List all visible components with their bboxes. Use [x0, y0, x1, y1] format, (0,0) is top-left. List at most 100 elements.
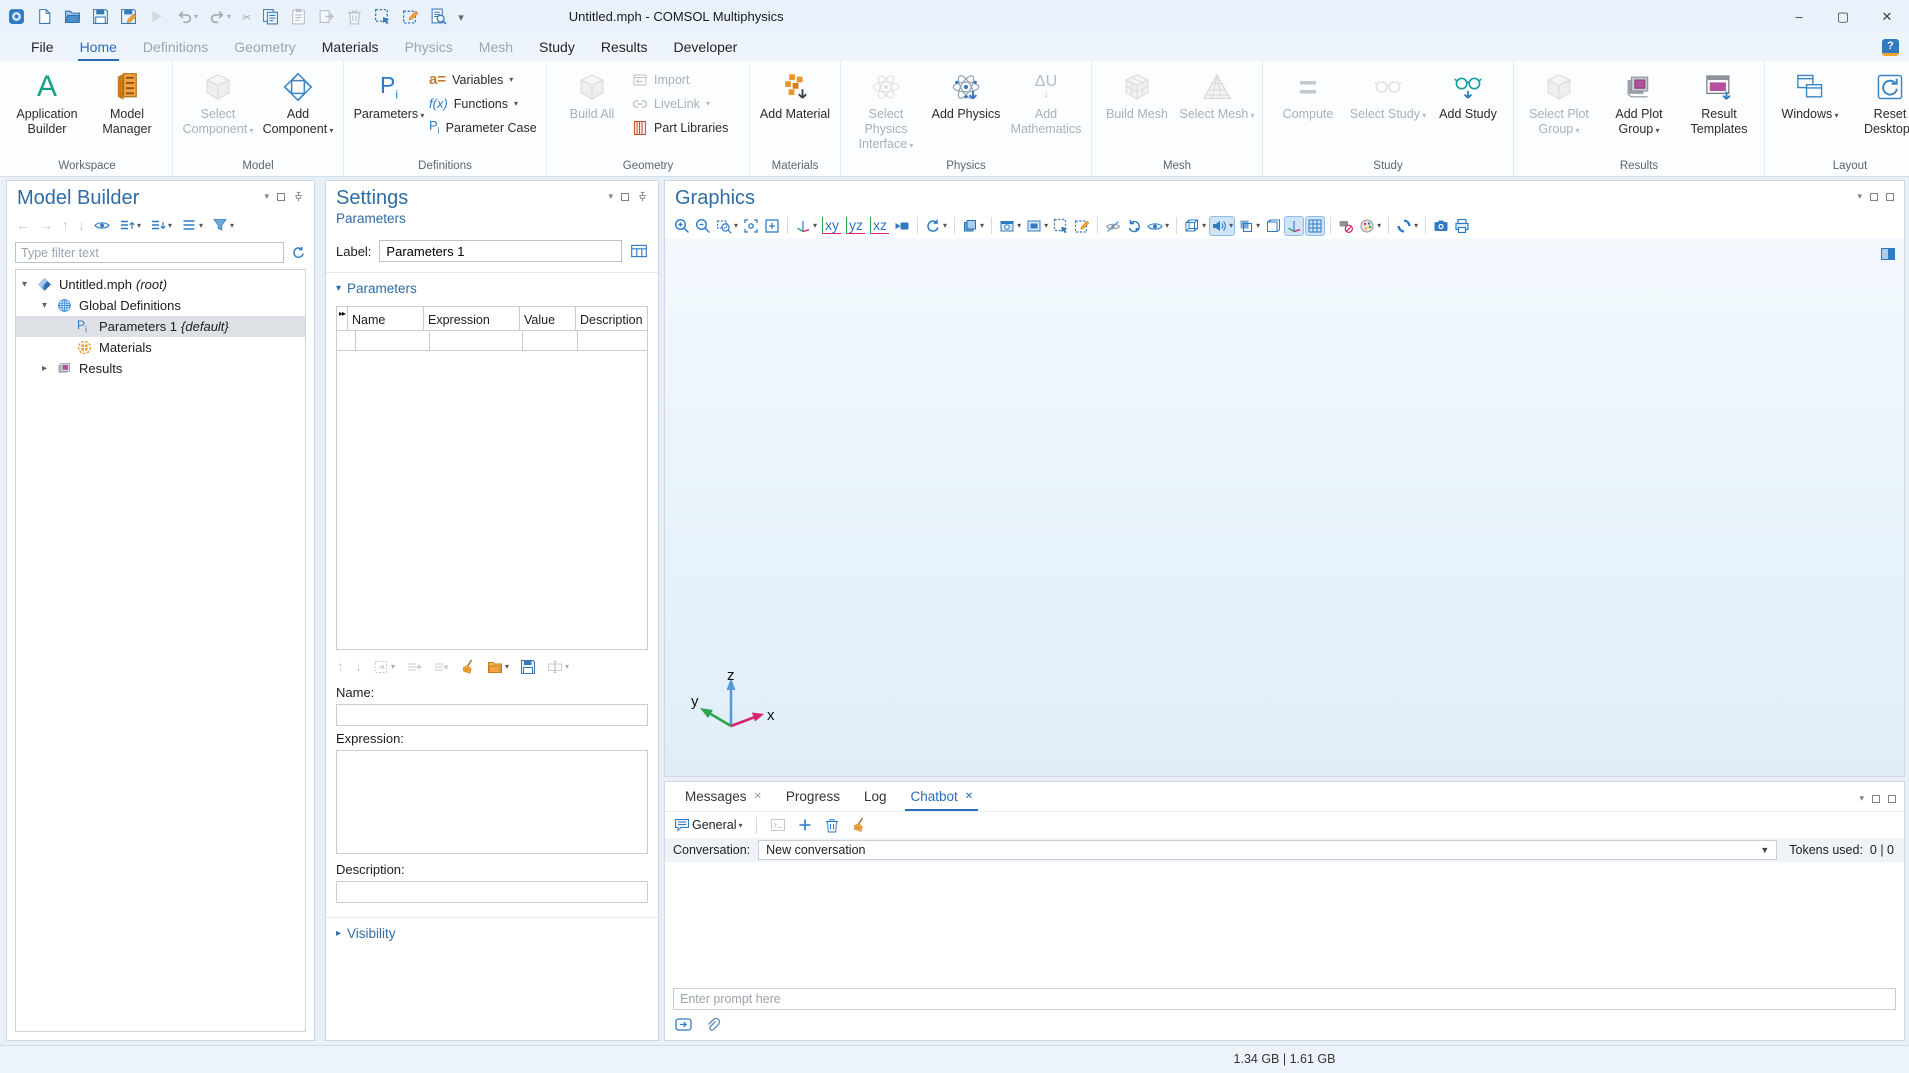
tab-chatbot[interactable]: Chatbot ✕ — [898, 782, 985, 811]
close-tab-icon[interactable]: ✕ — [754, 791, 762, 802]
new-file-button[interactable] — [36, 8, 53, 25]
expand-all-icon[interactable]: ▾ — [149, 216, 173, 234]
toolbar-options-button[interactable]: ▾ — [458, 9, 464, 24]
box-select-button[interactable] — [374, 8, 391, 25]
tree-expander-icon[interactable] — [42, 363, 57, 374]
maximize-panel-icon[interactable] — [1886, 193, 1894, 201]
maximize-panel-icon[interactable] — [1888, 795, 1896, 803]
load-from-file-icon[interactable]: ▾ — [486, 658, 510, 676]
open-file-button[interactable] — [64, 8, 81, 25]
float-panel-icon[interactable] — [1872, 795, 1880, 803]
view-yz-icon[interactable]: yz — [845, 217, 866, 234]
build-mesh-button[interactable]: Build Mesh — [1097, 63, 1177, 158]
tab-developer[interactable]: Developer — [661, 35, 751, 59]
add-study-button[interactable]: Add Study — [1428, 63, 1508, 158]
image-export-icon[interactable]: ▾ — [1025, 217, 1049, 235]
save-as-button[interactable] — [120, 8, 137, 25]
sound-icon[interactable]: ▾ — [1210, 217, 1234, 235]
run-prompt-icon[interactable] — [769, 816, 787, 834]
tree-item-materials[interactable]: Materials — [16, 337, 305, 358]
graphics-canvas[interactable]: z y x — [665, 238, 1904, 776]
select-box-icon[interactable] — [1052, 217, 1070, 235]
zoom-selected-icon[interactable] — [763, 217, 781, 235]
add-component-button[interactable]: Add Component ▾ — [258, 63, 338, 158]
tree-expander-icon[interactable] — [22, 279, 37, 290]
collapse-all-icon[interactable]: ▾ — [118, 216, 142, 234]
nav-back-icon[interactable]: ← — [15, 217, 31, 234]
tab-mesh[interactable]: Mesh — [466, 35, 526, 59]
result-templates-button[interactable]: Result Templates — [1679, 63, 1759, 158]
copy-button[interactable] — [262, 8, 279, 25]
nav-forward-icon[interactable]: → — [38, 217, 54, 234]
wireframe-icon[interactable]: ▾ — [1183, 217, 1207, 235]
tree-item-root[interactable]: Untitled.mph (root) — [16, 274, 305, 295]
move-up-icon[interactable]: ↑ — [61, 217, 70, 234]
maximize-button[interactable]: ▢ — [1821, 0, 1865, 33]
label-input[interactable] — [379, 240, 622, 262]
view-orientation-icon[interactable]: ▾ — [794, 217, 818, 235]
find-button[interactable] — [430, 8, 447, 25]
reset-desktop-button[interactable]: Reset Desktop ▾ — [1850, 63, 1909, 158]
color-theme-icon[interactable]: ▾ — [1358, 217, 1382, 235]
save-button[interactable] — [92, 8, 109, 25]
transparency-icon[interactable]: ▾ — [1237, 217, 1261, 235]
tab-materials[interactable]: Materials — [309, 35, 392, 59]
add-row-icon[interactable] — [405, 658, 423, 676]
rotate-view-icon[interactable]: ▾ — [924, 217, 948, 235]
table-header[interactable]: Expression — [423, 307, 519, 330]
hide-objects-icon[interactable] — [1104, 217, 1122, 235]
clear-table-icon[interactable] — [459, 658, 477, 676]
zoom-out-icon[interactable] — [694, 217, 712, 235]
settings-subtitle[interactable]: Parameters — [326, 210, 658, 232]
camera-snapshot-icon[interactable] — [1432, 217, 1450, 235]
paste-button[interactable] — [290, 8, 307, 25]
send-prompt-icon[interactable] — [675, 1017, 693, 1033]
select-mesh-button[interactable]: Select Mesh ▾ — [1177, 63, 1257, 158]
panel-menu-icon[interactable]: ▾ — [1857, 191, 1862, 202]
parameters-table[interactable]: ▸▸ NameExpressionValueDescription — [336, 306, 648, 650]
float-panel-icon[interactable] — [621, 193, 629, 201]
zoom-extents-icon[interactable] — [742, 217, 760, 235]
name-input[interactable] — [336, 704, 648, 726]
filter-icon[interactable]: ▾ — [211, 216, 235, 234]
attach-file-icon[interactable] — [703, 1017, 721, 1033]
float-panel-icon[interactable] — [1870, 193, 1878, 201]
pin-panel-icon[interactable] — [293, 191, 304, 202]
application-builder-button[interactable]: AApplication Builder — [7, 63, 87, 158]
part-libraries-button[interactable]: Part Libraries — [632, 118, 744, 137]
tab-results[interactable]: Results — [588, 35, 661, 59]
default-view-icon[interactable] — [893, 217, 911, 235]
parameters-section-header[interactable]: Parameters — [326, 272, 658, 304]
table-insert-row[interactable] — [337, 331, 647, 351]
delete-row-icon[interactable] — [432, 658, 450, 676]
edit-node-icon[interactable]: ▾ — [546, 658, 570, 676]
select-physics-interface-button[interactable]: Select Physics Interface ▾ — [846, 63, 926, 158]
livelink-button[interactable]: LiveLink ▾ — [632, 94, 744, 113]
app-logo-icon[interactable] — [8, 8, 25, 25]
tree-item-results[interactable]: Results — [16, 358, 305, 379]
table-header[interactable]: Value — [519, 307, 575, 330]
show-axes-icon[interactable] — [1285, 217, 1303, 235]
functions-button[interactable]: f(x)Functions ▾ — [429, 94, 541, 113]
description-input[interactable] — [336, 881, 648, 903]
print-icon[interactable] — [1453, 217, 1471, 235]
visibility-section-header[interactable]: Visibility — [326, 917, 658, 949]
snapshot-icon[interactable]: ▾ — [998, 217, 1022, 235]
select-plot-group-button[interactable]: Select Plot Group ▾ — [1519, 63, 1599, 158]
tab-study[interactable]: Study — [526, 35, 588, 59]
tab-log[interactable]: Log — [852, 782, 899, 811]
add-physics-button[interactable]: Add Physics — [926, 63, 1006, 158]
select-component-button[interactable]: Select Component ▾ — [178, 63, 258, 158]
tree-item-global-definitions[interactable]: Global Definitions — [16, 295, 305, 316]
build-all-button[interactable]: Build All — [552, 63, 632, 158]
pin-panel-icon[interactable] — [637, 191, 648, 202]
run-button[interactable] — [148, 8, 165, 25]
redo-button[interactable]: ▾ — [209, 8, 231, 25]
add-material-button[interactable]: Add Material — [755, 63, 835, 158]
reset-hiding-icon[interactable] — [1125, 217, 1143, 235]
tab-home[interactable]: Home — [67, 35, 130, 59]
tree-expander-icon[interactable] — [42, 300, 57, 311]
tab-physics[interactable]: Physics — [392, 35, 466, 59]
float-panel-icon[interactable] — [277, 193, 285, 201]
node-text-icon[interactable]: ▾ — [180, 216, 204, 234]
